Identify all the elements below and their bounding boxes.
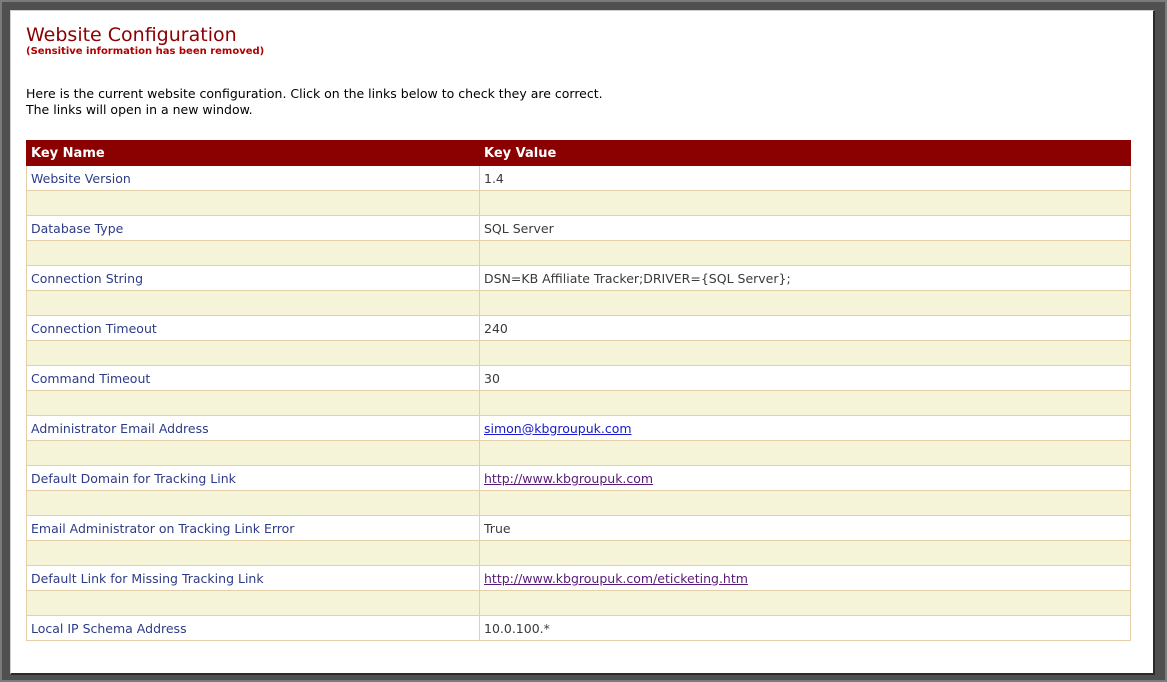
key-name-cell: Administrator Email Address	[26, 415, 480, 441]
key-name-cell: Default Domain for Tracking Link	[26, 465, 480, 491]
table-row: Default Link for Missing Tracking Link ht…	[26, 565, 1131, 591]
key-value-cell: 10.0.100.*	[479, 615, 1131, 641]
config-table-body: Website Version 1.4 Database Type SQL Serve…	[26, 165, 1131, 641]
key-value-cell: 1.4	[479, 165, 1131, 191]
separator-row	[26, 540, 1131, 566]
separator-row	[26, 590, 1131, 616]
table-row: Email Administrator on Tracking Link Err…	[26, 515, 1131, 541]
separator-row	[26, 490, 1131, 516]
config-table: Key Name Key Value Website Version 1.4 Dat…	[26, 140, 1131, 641]
table-header-row: Key Name Key Value	[26, 140, 1131, 166]
intro-text: Here is the current website configuratio…	[26, 86, 603, 118]
key-name-cell: Local IP Schema Address	[26, 615, 480, 641]
table-row: Command Timeout 30	[26, 365, 1131, 391]
config-link[interactable]: simon@kbgroupuk.com	[484, 421, 632, 436]
table-row: Default Domain for Tracking Link http://w…	[26, 465, 1131, 491]
key-value-cell: 240	[479, 315, 1131, 341]
key-name-cell: Connection String	[26, 265, 480, 291]
separator-row	[26, 240, 1131, 266]
key-value-cell: simon@kbgroupuk.com	[479, 415, 1131, 441]
separator-cell	[479, 440, 1131, 466]
key-name-cell: Website Version	[26, 165, 480, 191]
header-key-value: Key Value	[479, 140, 1131, 166]
key-value-cell: 30	[479, 365, 1131, 391]
page-subtitle: (Sensitive information has been removed)	[26, 46, 265, 57]
separator-cell	[26, 190, 480, 216]
header-key-name: Key Name	[26, 140, 480, 166]
table-row: Connection String DSN=KB Affiliate Tracke…	[26, 265, 1131, 291]
separator-cell	[479, 190, 1131, 216]
separator-row	[26, 290, 1131, 316]
separator-cell	[479, 290, 1131, 316]
table-row: Administrator Email Address simon@kbgroup…	[26, 415, 1131, 441]
separator-cell	[479, 390, 1131, 416]
intro-line-1: Here is the current website configuratio…	[26, 86, 603, 101]
page-title: Website Configuration	[26, 24, 237, 46]
key-name-cell: Default Link for Missing Tracking Link	[26, 565, 480, 591]
key-value-cell: http://www.kbgroupuk.com/eticketing.htm	[479, 565, 1131, 591]
key-name-cell: Database Type	[26, 215, 480, 241]
intro-line-2: The links will open in a new window.	[26, 102, 253, 117]
separator-cell	[479, 340, 1131, 366]
separator-row	[26, 440, 1131, 466]
separator-row	[26, 190, 1131, 216]
key-value-cell: True	[479, 515, 1131, 541]
separator-cell	[26, 390, 480, 416]
separator-cell	[26, 590, 480, 616]
separator-cell	[479, 240, 1131, 266]
config-link[interactable]: http://www.kbgroupuk.com/eticketing.htm	[484, 571, 748, 586]
key-value-cell: http://www.kbgroupuk.com	[479, 465, 1131, 491]
separator-cell	[479, 490, 1131, 516]
key-name-cell: Command Timeout	[26, 365, 480, 391]
key-name-cell: Email Administrator on Tracking Link Err…	[26, 515, 480, 541]
separator-row	[26, 340, 1131, 366]
separator-cell	[26, 240, 480, 266]
key-value-cell: DSN=KB Affiliate Tracker;DRIVER={SQL Ser…	[479, 265, 1131, 291]
separator-cell	[26, 490, 480, 516]
key-value-cell: SQL Server	[479, 215, 1131, 241]
table-row: Local IP Schema Address 10.0.100.*	[26, 615, 1131, 641]
separator-cell	[479, 540, 1131, 566]
table-row: Connection Timeout 240	[26, 315, 1131, 341]
table-row: Website Version 1.4	[26, 165, 1131, 191]
separator-cell	[479, 590, 1131, 616]
table-row: Database Type SQL Server	[26, 215, 1131, 241]
separator-cell	[26, 440, 480, 466]
key-name-cell: Connection Timeout	[26, 315, 480, 341]
separator-cell	[26, 540, 480, 566]
separator-row	[26, 390, 1131, 416]
separator-cell	[26, 290, 480, 316]
config-link[interactable]: http://www.kbgroupuk.com	[484, 471, 653, 486]
separator-cell	[26, 340, 480, 366]
